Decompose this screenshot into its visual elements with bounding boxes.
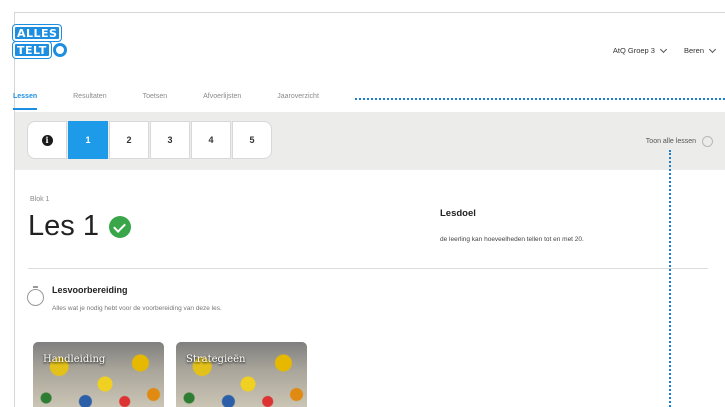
lesson-strip: i 1 2 3 4 5 Toon alle lessen	[15, 112, 725, 170]
card-image	[33, 342, 164, 407]
logo-line-1: ALLES	[13, 25, 62, 41]
show-all-lessons[interactable]: Toon alle lessen	[646, 136, 713, 147]
tab-afvoerlijsten[interactable]: Afvoerlijsten	[203, 93, 241, 110]
section-divider	[28, 268, 708, 269]
block-label: Blok 1	[30, 196, 50, 203]
user-selector-label: Beren	[683, 46, 704, 55]
chevron-down-icon	[708, 45, 717, 53]
show-all-lessons-label: Toon alle lessen	[645, 138, 696, 145]
alles-telt-logo[interactable]: ALLES TELT	[13, 25, 77, 61]
annotation-line-vertical	[669, 150, 671, 407]
lesson-selector: i 1 2 3 4 5	[27, 121, 273, 159]
lesson-button-2[interactable]: 2	[109, 121, 149, 159]
lesson-button-1[interactable]: 1	[68, 121, 108, 159]
tab-lessen[interactable]: Lessen	[13, 93, 37, 110]
lesson-button-4[interactable]: 4	[191, 121, 231, 159]
tab-resultaten[interactable]: Resultaten	[73, 93, 106, 110]
main-tabs: Lessen Resultaten Toetsen Afvoerlijsten …	[13, 93, 355, 110]
tab-toetsen[interactable]: Toetsen	[143, 93, 168, 110]
chevron-down-icon	[659, 45, 668, 53]
preparation-text: Alles wat je nodig hebt voor de voorbere…	[52, 305, 222, 312]
lesson-title: Les 1	[28, 210, 99, 242]
logo-line-2: TELT	[13, 42, 51, 58]
card-label: Strategieën	[186, 354, 246, 365]
tab-jaaroverzicht[interactable]: Jaaroverzicht	[277, 93, 319, 110]
card-label: Handleiding	[43, 354, 106, 365]
logo-q-mark	[52, 43, 67, 57]
lesson-title-row: Les 1	[28, 210, 131, 243]
preparation-heading: Lesvoorbereiding	[52, 285, 128, 295]
annotation-line-horizontal	[355, 98, 725, 100]
lesson-button-3[interactable]: 3	[150, 121, 190, 159]
toggle-circle-icon[interactable]	[702, 136, 713, 147]
lesson-goal-text: de leerling kan hoeveelheden tellen tot …	[440, 236, 584, 243]
info-icon: i	[41, 134, 53, 146]
user-menu: AtQ Groep 3 Beren	[612, 45, 717, 55]
check-icon	[108, 215, 131, 238]
card-handleiding[interactable]: Handleiding	[33, 342, 164, 407]
lesson-button-5[interactable]: 5	[232, 121, 272, 159]
group-selector[interactable]: AtQ Groep 3	[612, 45, 668, 55]
user-selector[interactable]: Beren	[683, 45, 717, 55]
info-button[interactable]: i	[27, 121, 67, 159]
card-image	[176, 342, 307, 407]
group-selector-label: AtQ Groep 3	[612, 46, 655, 55]
lesson-goal-heading: Lesdoel	[440, 208, 476, 219]
card-strategieen[interactable]: Strategieën	[176, 342, 307, 407]
stopwatch-icon	[27, 286, 44, 306]
